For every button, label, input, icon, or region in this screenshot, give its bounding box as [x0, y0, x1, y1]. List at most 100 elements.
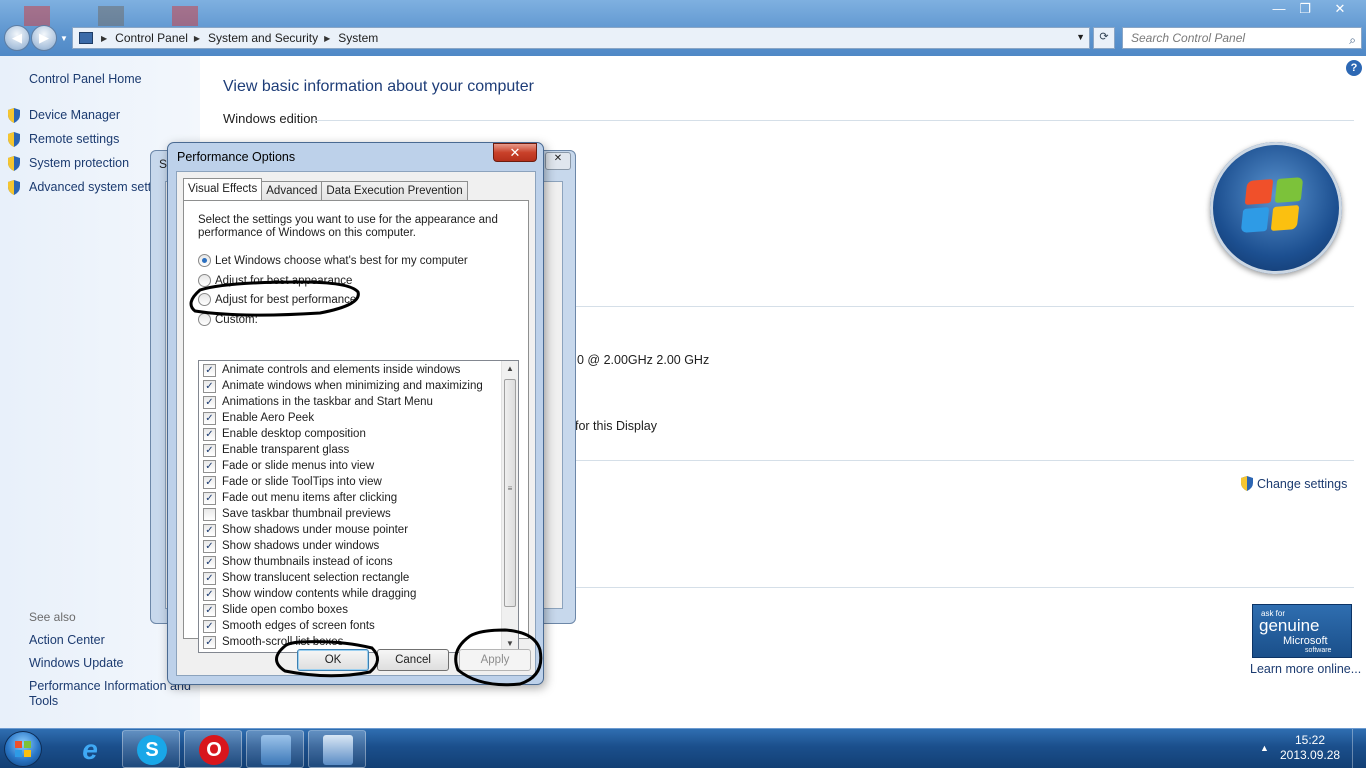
checkbox-checked[interactable]: ✓ [203, 635, 216, 649]
system-properties-close-button[interactable]: ✕ [545, 152, 571, 170]
tab-visual-effects[interactable]: Visual Effects [183, 178, 263, 200]
checkbox-checked[interactable]: ✓ [203, 619, 216, 633]
search-input[interactable]: Search Control Panel ⌕ [1122, 27, 1362, 49]
taskbar-internet-explorer[interactable]: e [60, 730, 118, 768]
visual-effect-option[interactable]: ✓ Show translucent selection rectangle [203, 570, 409, 586]
radio-button[interactable] [198, 254, 211, 267]
see-also-performance-info[interactable]: Performance Information and [29, 679, 191, 693]
minimize-button[interactable]: — [1266, 0, 1292, 20]
visual-effect-option[interactable]: ✓ Fade or slide menus into view [203, 458, 374, 474]
checkbox-checked[interactable]: ✓ [203, 379, 216, 393]
maximize-button[interactable]: ❐ [1292, 0, 1318, 20]
back-button[interactable]: ◀ [4, 25, 30, 51]
checkbox-checked[interactable]: ✓ [203, 411, 216, 425]
taskbar-opera[interactable]: O [184, 730, 242, 768]
scroll-up-arrow-icon[interactable]: ▲ [502, 361, 518, 377]
checkbox-checked[interactable]: ✓ [203, 571, 216, 585]
checkbox-checked[interactable]: ✓ [203, 523, 216, 537]
radio-label: Custom: [215, 313, 258, 326]
radio-best-performance[interactable]: Adjust for best performance [198, 293, 356, 306]
radio-custom[interactable]: Custom: [198, 313, 258, 326]
search-icon[interactable]: ⌕ [1349, 30, 1356, 50]
sidebar-item-system-protection[interactable]: System protection [29, 156, 129, 170]
visual-effect-option[interactable]: ✓ Show shadows under windows [203, 538, 379, 554]
checkbox-checked[interactable]: ✓ [203, 459, 216, 473]
sidebar-item-advanced-system-settings[interactable]: Advanced system setti [29, 180, 154, 194]
checkbox-unchecked[interactable] [203, 507, 216, 521]
checkbox-checked[interactable]: ✓ [203, 491, 216, 505]
visual-effect-option[interactable]: ✓ Fade or slide ToolTips into view [203, 474, 382, 490]
visual-effects-list[interactable]: ✓ Animate controls and elements inside wi… [198, 360, 519, 653]
checkbox-checked[interactable]: ✓ [203, 587, 216, 601]
scroll-thumb[interactable]: ≡ [504, 379, 516, 607]
radio-let-windows-choose[interactable]: Let Windows choose what's best for my co… [198, 254, 468, 267]
control-panel-home-link[interactable]: Control Panel Home [29, 72, 142, 86]
visual-effect-option[interactable]: ✓ Fade out menu items after clicking [203, 490, 397, 506]
windows-logo [1210, 142, 1342, 274]
help-icon[interactable]: ? [1346, 60, 1362, 76]
change-settings-link[interactable]: Change settings [1240, 476, 1347, 491]
genuine-microsoft-badge[interactable]: ask for genuine Microsoft software [1252, 604, 1352, 658]
clock[interactable]: 15:22 2013.09.28 [1280, 733, 1340, 763]
taskbar: e S O ▲ 15:22 2013.09.28 [0, 728, 1366, 768]
visual-effect-option[interactable]: ✓ Smooth-scroll list boxes [203, 634, 343, 650]
chevron-right-icon[interactable]: ▶ [101, 34, 107, 43]
taskbar-system-properties[interactable] [308, 730, 366, 768]
option-label: Smooth edges of screen fonts [222, 620, 375, 632]
see-also-performance-info-tools[interactable]: Tools [29, 694, 58, 708]
visual-effect-option[interactable]: ✓ Show thumbnails instead of icons [203, 554, 393, 570]
visual-effect-option[interactable]: ✓ Slide open combo boxes [203, 602, 348, 618]
taskbar-skype[interactable]: S [122, 730, 180, 768]
tab-advanced[interactable]: Advanced [261, 181, 323, 200]
close-button[interactable]: ✕ [1318, 0, 1362, 20]
learn-more-link[interactable]: Learn more online... [1250, 662, 1361, 676]
radio-best-appearance[interactable]: Adjust for best appearance [198, 274, 352, 287]
taskbar-control-panel[interactable] [246, 730, 304, 768]
visual-effect-option[interactable]: ✓ Enable transparent glass [203, 442, 349, 458]
see-also-action-center[interactable]: Action Center [29, 633, 105, 647]
dialog-close-button[interactable]: ✕ [493, 143, 537, 162]
visual-effect-option[interactable]: ✓ Animate windows when minimizing and max… [203, 378, 483, 394]
visual-effect-option[interactable]: Save taskbar thumbnail previews [203, 506, 391, 522]
breadcrumb-control-panel[interactable]: Control Panel [115, 31, 188, 45]
visual-effect-option[interactable]: ✓ Enable Aero Peek [203, 410, 314, 426]
checkbox-checked[interactable]: ✓ [203, 475, 216, 489]
recent-pages-dropdown[interactable]: ▼ [60, 34, 68, 43]
page-title: View basic information about your comput… [223, 78, 534, 95]
chevron-right-icon[interactable]: ▶ [324, 34, 330, 43]
checkbox-checked[interactable]: ✓ [203, 443, 216, 457]
radio-button[interactable] [198, 313, 211, 326]
checkbox-checked[interactable]: ✓ [203, 555, 216, 569]
visual-effect-option[interactable]: ✓ Smooth edges of screen fonts [203, 618, 375, 634]
see-also-windows-update[interactable]: Windows Update [29, 656, 124, 670]
tab-data-execution-prevention[interactable]: Data Execution Prevention [321, 181, 468, 200]
address-dropdown-icon[interactable]: ▼ [1076, 32, 1085, 42]
address-bar[interactable]: ▶ Control Panel ▶ System and Security ▶ … [72, 27, 1090, 49]
start-button[interactable] [4, 731, 42, 767]
refresh-button[interactable]: ⟳ [1093, 27, 1115, 49]
visual-effect-option[interactable]: ✓ Show window contents while dragging [203, 586, 416, 602]
ok-button[interactable]: OK [297, 649, 369, 671]
visual-effect-option[interactable]: ✓ Show shadows under mouse pointer [203, 522, 408, 538]
visual-effect-option[interactable]: ✓ Enable desktop composition [203, 426, 366, 442]
checkbox-checked[interactable]: ✓ [203, 603, 216, 617]
checkbox-checked[interactable]: ✓ [203, 395, 216, 409]
apply-button[interactable]: Apply [459, 649, 531, 671]
forward-button[interactable]: ▶ [31, 25, 57, 51]
show-desktop-button[interactable] [1352, 729, 1366, 768]
breadcrumb-system-and-security[interactable]: System and Security [208, 31, 318, 45]
chevron-right-icon[interactable]: ▶ [194, 34, 200, 43]
radio-button[interactable] [198, 274, 211, 287]
radio-button[interactable] [198, 293, 211, 306]
show-hidden-icons-button[interactable]: ▲ [1260, 743, 1269, 753]
sidebar-item-device-manager[interactable]: Device Manager [29, 108, 120, 122]
list-scrollbar[interactable]: ▲ ≡ ▼ [501, 361, 518, 652]
visual-effect-option[interactable]: ✓ Animate controls and elements inside wi… [203, 362, 460, 378]
checkbox-checked[interactable]: ✓ [203, 427, 216, 441]
cancel-button[interactable]: Cancel [377, 649, 449, 671]
sidebar-item-remote-settings[interactable]: Remote settings [29, 132, 119, 146]
checkbox-checked[interactable]: ✓ [203, 539, 216, 553]
checkbox-checked[interactable]: ✓ [203, 363, 216, 377]
visual-effect-option[interactable]: ✓ Animations in the taskbar and Start Men… [203, 394, 433, 410]
breadcrumb-system[interactable]: System [338, 31, 378, 45]
